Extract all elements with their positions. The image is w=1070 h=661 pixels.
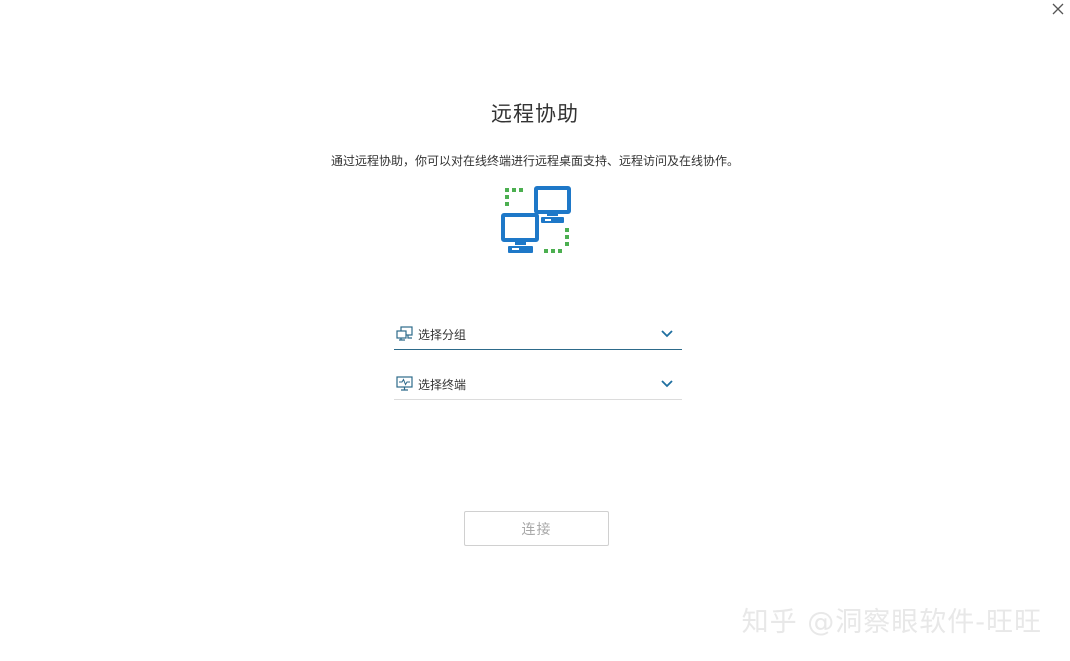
page-description: 通过远程协助，你可以对在线终端进行远程桌面支持、远程访问及在线协作。 <box>330 154 739 168</box>
page-title: 远程协助 <box>491 102 579 126</box>
remote-computers-icon <box>501 186 573 254</box>
group-select-value: 选择分组 <box>418 327 467 342</box>
terminal-select-value: 选择终端 <box>418 377 467 392</box>
connect-button[interactable]: 连接 <box>464 511 609 546</box>
watermark-text: 知乎 @洞察眼软件-旺旺 <box>741 607 1042 638</box>
chevron-down-icon[interactable] <box>660 329 674 339</box>
terminal-select[interactable]: 选择终端 <box>394 369 682 400</box>
terminal-monitor-icon <box>396 376 414 392</box>
chevron-down-icon[interactable] <box>660 379 674 389</box>
group-select[interactable]: 选择分组 <box>394 319 682 350</box>
close-button[interactable] <box>1046 0 1070 18</box>
network-group-icon <box>396 326 414 342</box>
remote-assist-window: 远程协助 通过远程协助，你可以对在线终端进行远程桌面支持、远程访问及在线协作。 <box>0 0 1070 661</box>
close-icon <box>1052 3 1064 15</box>
